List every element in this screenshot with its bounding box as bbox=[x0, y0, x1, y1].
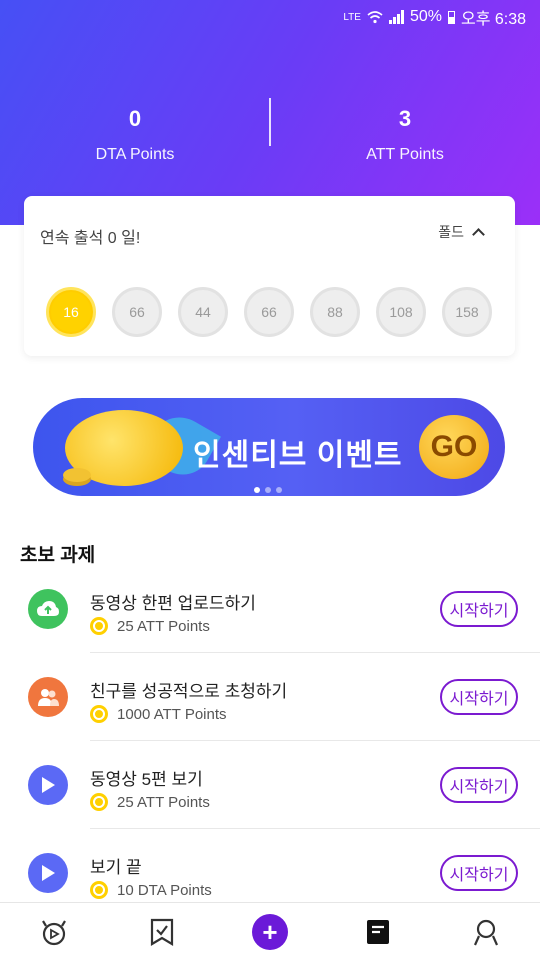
incentive-event-banner[interactable]: 인센티브 이벤트 GO bbox=[33, 398, 505, 496]
banner-text: 인센티브 이벤트 bbox=[193, 439, 403, 472]
task-name: 동영상 한편 업로드하기 bbox=[90, 594, 256, 613]
battery-icon bbox=[447, 10, 455, 24]
start-button[interactable]: 시작하기 bbox=[440, 855, 518, 891]
network-label: LTE bbox=[343, 11, 361, 23]
task-reward-text: 10 DTA Points bbox=[117, 881, 212, 899]
task-reward-text: 1000 ATT Points bbox=[117, 705, 227, 723]
task-reward: 10 DTA Points bbox=[90, 881, 212, 899]
banner-pager bbox=[254, 487, 282, 493]
start-button[interactable]: 시작하기 bbox=[440, 679, 518, 715]
dta-points-value: 0 bbox=[128, 106, 142, 131]
task-item: 동영상 한편 업로드하기 25 ATT Points 시작하기 bbox=[0, 565, 540, 653]
tasks-icon bbox=[367, 919, 389, 944]
chevron-up-icon bbox=[472, 228, 485, 241]
task-name: 보기 끝 bbox=[90, 858, 142, 877]
coin-icon bbox=[90, 881, 108, 899]
day-reward-4[interactable]: 66 bbox=[244, 287, 294, 337]
task-list: 동영상 한편 업로드하기 25 ATT Points 시작하기 친구를 성공적으… bbox=[0, 565, 540, 917]
go-button[interactable]: GO bbox=[419, 415, 489, 479]
section-title: 초보 과제 bbox=[20, 545, 96, 566]
attendance-title: 연속 출석 0 일! bbox=[40, 230, 141, 247]
fold-label: 폴드 bbox=[438, 224, 464, 240]
day-reward-3[interactable]: 44 bbox=[178, 287, 228, 337]
status-bar: LTE 50% 오후 6:38 bbox=[0, 0, 540, 34]
task-item: 동영상 5편 보기 25 ATT Points 시작하기 bbox=[0, 741, 540, 829]
nav-checklist[interactable] bbox=[142, 912, 182, 952]
pager-dot[interactable] bbox=[254, 487, 260, 493]
plus-icon: + bbox=[252, 913, 288, 950]
clock: 오후 6:38 bbox=[460, 11, 526, 28]
task-reward-text: 25 ATT Points bbox=[117, 793, 210, 811]
profile-icon bbox=[473, 919, 499, 945]
nav-profile[interactable] bbox=[466, 912, 506, 952]
points-divider bbox=[269, 98, 271, 146]
nav-create[interactable]: + bbox=[250, 912, 290, 952]
coin-icon bbox=[90, 793, 108, 811]
header-banner: LTE 50% 오후 6:38 0 DTA Points 3 ATT Point… bbox=[0, 0, 540, 225]
dta-points-label: DTA Points bbox=[95, 146, 175, 163]
play-icon bbox=[28, 765, 68, 805]
pager-dot[interactable] bbox=[265, 487, 271, 493]
signal-icon bbox=[388, 10, 404, 24]
home-icon bbox=[42, 919, 66, 945]
attendance-days: 16 66 44 66 88 108 158 bbox=[46, 287, 492, 337]
cloud-upload-icon bbox=[28, 589, 68, 629]
task-reward: 25 ATT Points bbox=[90, 617, 210, 635]
task-reward: 1000 ATT Points bbox=[90, 705, 227, 723]
fold-toggle[interactable]: 폴드 bbox=[438, 222, 485, 242]
day-reward-5[interactable]: 88 bbox=[310, 287, 360, 337]
day-reward-2[interactable]: 66 bbox=[112, 287, 162, 337]
att-points[interactable]: 3 ATT Points bbox=[270, 96, 540, 164]
task-item: 친구를 성공적으로 초청하기 1000 ATT Points 시작하기 bbox=[0, 653, 540, 741]
day-reward-1[interactable]: 16 bbox=[46, 287, 96, 337]
task-name: 동영상 5편 보기 bbox=[90, 770, 203, 789]
dta-points[interactable]: 0 DTA Points bbox=[0, 96, 270, 164]
bottom-navigation: + bbox=[0, 902, 540, 960]
coin-icon bbox=[90, 705, 108, 723]
friends-icon bbox=[28, 677, 68, 717]
nav-tasks[interactable] bbox=[358, 912, 398, 952]
att-points-value: 3 bbox=[398, 106, 412, 131]
start-button[interactable]: 시작하기 bbox=[440, 767, 518, 803]
task-reward: 25 ATT Points bbox=[90, 793, 210, 811]
day-reward-6[interactable]: 108 bbox=[376, 287, 426, 337]
checklist-icon bbox=[150, 918, 174, 946]
coin-stack-icon bbox=[63, 468, 91, 482]
nav-home[interactable] bbox=[34, 912, 74, 952]
coin-icon bbox=[90, 617, 108, 635]
attendance-card: 연속 출석 0 일! 폴드 16 66 44 66 88 108 158 bbox=[24, 196, 515, 356]
day-reward-7[interactable]: 158 bbox=[442, 287, 492, 337]
task-reward-text: 25 ATT Points bbox=[117, 617, 210, 635]
battery-percent: 50% bbox=[409, 8, 442, 25]
play-icon bbox=[28, 853, 68, 893]
att-points-label: ATT Points bbox=[366, 146, 444, 163]
task-name: 친구를 성공적으로 초청하기 bbox=[90, 682, 288, 701]
start-button[interactable]: 시작하기 bbox=[440, 591, 518, 627]
wifi-icon bbox=[367, 11, 383, 24]
pager-dot[interactable] bbox=[276, 487, 282, 493]
